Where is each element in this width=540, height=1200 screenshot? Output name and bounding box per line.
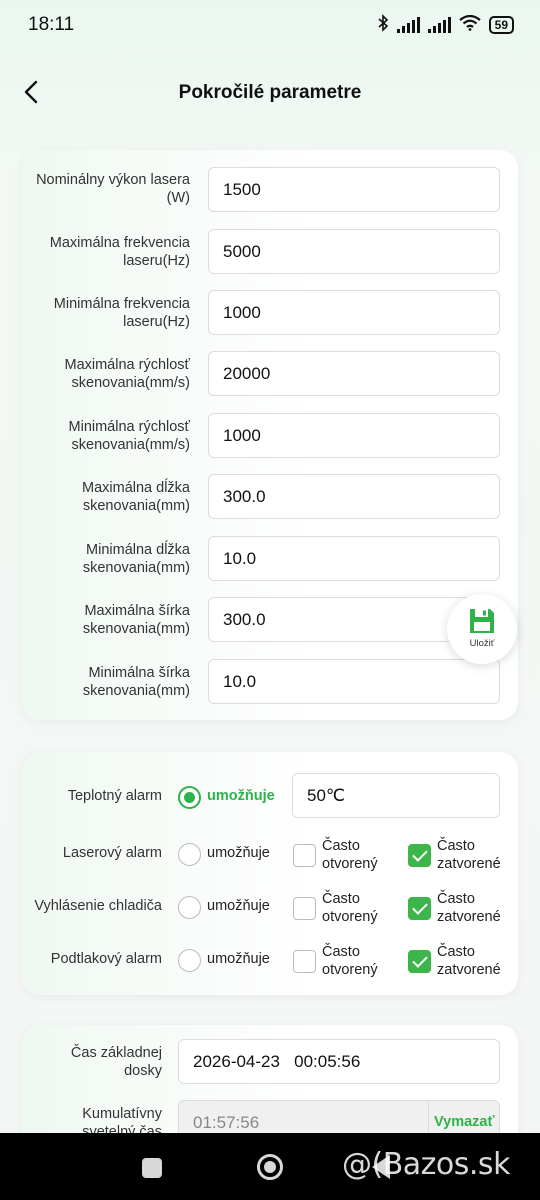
status-bar: 18:11 59 (0, 0, 540, 50)
param-input[interactable]: 300.0 (208, 474, 500, 519)
normally-open-checkbox[interactable] (293, 844, 316, 867)
param-label: Maximálna dĺžka skenovania(mm) (82, 480, 190, 514)
enable-label: umožňuje (207, 951, 270, 967)
param-label: Minimálna rýchlosť skenovania(mm/s) (68, 419, 190, 453)
signal-icon (427, 17, 451, 33)
param-input[interactable]: 5000 (208, 229, 500, 274)
laser-alarm-row: Laserový alarm umožňuje Často otvorený Ča… (22, 830, 518, 880)
floppy-disk-icon (470, 609, 494, 633)
clock: 18:11 (28, 14, 75, 35)
enable-radio[interactable] (178, 949, 201, 972)
normally-closed-label: Často zatvorené (437, 944, 501, 978)
laser-params-card: Nominálny výkon lasera (W) 1500 Maximáln… (22, 150, 518, 720)
normally-open-label: Často otvorený (322, 838, 378, 872)
enable-radio[interactable] (178, 843, 201, 866)
alarm-label: Podtlakový alarm (50, 951, 162, 967)
home-button[interactable] (257, 1154, 283, 1180)
enable-radio[interactable] (178, 896, 201, 919)
param-label: Maximálna rýchlosť skenovania(mm/s) (64, 357, 190, 391)
normally-closed-label: Často zatvorené (437, 891, 501, 925)
temp-alarm-row: Teplotný alarm umožňuje 50℃ (22, 773, 518, 823)
bluetooth-icon (377, 14, 389, 36)
signal-icon (396, 17, 420, 33)
normally-closed-label: Často zatvorené (437, 838, 501, 872)
enable-label: umožňuje (207, 788, 275, 804)
watermark: @(Bazos.sk (342, 1147, 510, 1182)
base-time-input[interactable]: 2026-04-23 00:05:56 (178, 1039, 500, 1084)
page-title: Pokročilé parametre (178, 82, 362, 103)
save-button[interactable]: Uložiť (447, 594, 517, 664)
param-label: Maximálna frekvencia laseru(Hz) (49, 235, 190, 269)
normally-closed-checkbox[interactable] (408, 844, 431, 867)
param-label: Minimálna frekvencia laseru(Hz) (53, 296, 190, 330)
alarm-label: Laserový alarm (62, 845, 162, 861)
status-icons: 59 (377, 14, 514, 36)
param-input[interactable]: 10.0 (208, 659, 500, 704)
base-time-label: Čas základnej dosky (70, 1045, 162, 1079)
normally-open-checkbox[interactable] (293, 897, 316, 920)
temperature-input[interactable]: 50℃ (292, 773, 500, 818)
normally-closed-checkbox[interactable] (408, 950, 431, 973)
param-label: Minimálna dĺžka skenovania(mm) (82, 542, 190, 576)
alarms-card: Teplotný alarm umožňuje 50℃ Laserový ala… (22, 752, 518, 995)
chiller-alarm-row: Vyhlásenie chladiča umožňuje Často otvore… (22, 883, 518, 933)
param-input[interactable]: 1000 (208, 290, 500, 335)
wifi-icon (458, 14, 481, 35)
save-label: Uložiť (469, 638, 495, 649)
cumulative-time-value: 01:57:56 (193, 1113, 260, 1132)
enable-radio[interactable] (178, 786, 201, 809)
normally-open-label: Často otvorený (322, 891, 378, 925)
param-input[interactable]: 1000 (208, 413, 500, 458)
enable-label: umožňuje (207, 898, 270, 914)
header: Pokročilé parametre (0, 70, 540, 114)
param-input[interactable]: 1500 (208, 167, 500, 212)
vacuum-alarm-row: Podtlakový alarm umožňuje Často otvorený … (22, 936, 518, 986)
base-date: 2026-04-23 (193, 1052, 280, 1071)
normally-closed-checkbox[interactable] (408, 897, 431, 920)
param-label: Minimálna šírka skenovania(mm) (82, 665, 190, 699)
param-label: Nominálny výkon lasera (W) (36, 172, 190, 206)
alarm-label: Vyhlásenie chladiča (34, 898, 162, 914)
param-input[interactable]: 10.0 (208, 536, 500, 581)
enable-label: umožňuje (207, 845, 270, 861)
normally-open-checkbox[interactable] (293, 950, 316, 973)
battery-icon: 59 (488, 16, 514, 34)
base-time: 00:05:56 (294, 1052, 361, 1071)
normally-open-label: Často otvorený (322, 944, 378, 978)
param-label: Maximálna šírka skenovania(mm) (82, 603, 190, 637)
alarm-label: Teplotný alarm (67, 788, 162, 804)
recents-button[interactable] (142, 1158, 162, 1178)
param-input[interactable]: 20000 (208, 351, 500, 396)
